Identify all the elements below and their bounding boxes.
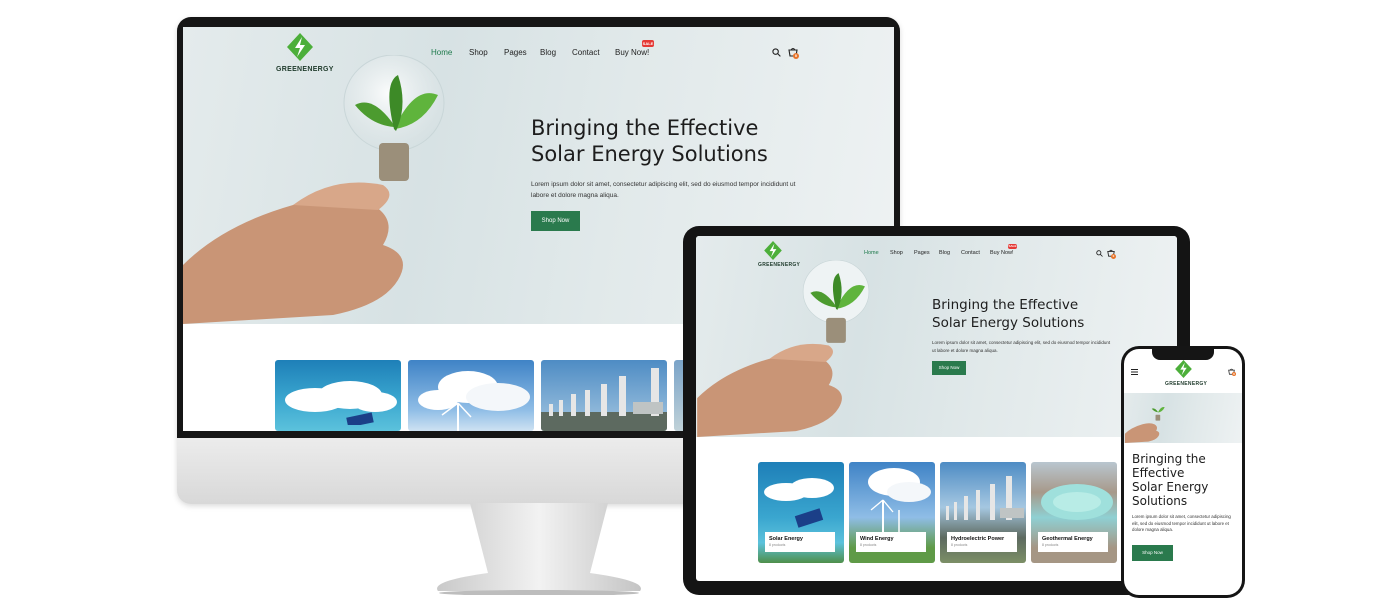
hero-text: Lorem ipsum dolor sit amet, consectetur … [531, 181, 796, 199]
category-card-wind[interactable] [408, 360, 534, 431]
nav-buy-now[interactable]: Buy Now! [990, 250, 1014, 256]
nav-buy-now[interactable]: Buy Now! [615, 48, 649, 57]
phone-hero-image [1124, 393, 1242, 443]
category-card-geothermal[interactable]: Geothermal Energy 8 products [1031, 462, 1117, 563]
brand-name[interactable]: GREENENERGY [1165, 381, 1207, 387]
wind-turbine-image [868, 468, 931, 542]
shop-now-button[interactable]: Shop Now [531, 211, 580, 231]
category-label: Solar Energy 8 products [765, 532, 835, 552]
category-count: 8 products [860, 543, 877, 547]
hand-bulb-image [697, 260, 870, 437]
nav-contact[interactable]: Contact [961, 250, 980, 256]
nav-blog[interactable]: Blog [540, 48, 556, 57]
power-plant-image [541, 368, 667, 431]
power-plant-image [946, 476, 1024, 520]
cart-count-badge: 0 [1232, 372, 1236, 376]
category-card-solar[interactable]: Solar Energy 8 products [758, 462, 844, 563]
cart-count-badge: 0 [1111, 254, 1116, 259]
geothermal-lake-image [1041, 484, 1113, 520]
category-label: Hydroelectric Power 8 products [947, 532, 1017, 552]
hero-text: Lorem ipsum dolor sit amet, consectetur … [1132, 514, 1231, 532]
nav-shop[interactable]: Shop [469, 48, 488, 57]
hand-bulb-image [183, 55, 445, 324]
category-card-hydro[interactable]: Hydroelectric Power 8 products [940, 462, 1026, 563]
wind-turbine-image [418, 371, 530, 431]
cloud-solar-image [764, 478, 834, 528]
shop-now-button[interactable]: Shop Now [932, 361, 966, 375]
category-title: Wind Energy [860, 536, 894, 542]
category-count: 8 products [769, 543, 786, 547]
category-label: Wind Energy 8 products [856, 532, 926, 552]
category-card-wind[interactable]: Wind Energy 8 products [849, 462, 935, 563]
category-title: Solar Energy [769, 536, 803, 542]
nav-pages[interactable]: Pages [504, 48, 527, 57]
lightning-logo-icon [764, 241, 782, 260]
hero-title: Bringing the Effective Solar Energy Solu… [531, 116, 768, 166]
hero-title: Bringing the Effective Solar Energy Solu… [932, 297, 1085, 331]
nav-home[interactable]: Home [864, 250, 879, 256]
cart-count-badge: 0 [793, 53, 799, 59]
nav-contact[interactable]: Contact [572, 48, 600, 57]
search-icon[interactable] [772, 48, 781, 57]
category-title: Geothermal Energy [1042, 536, 1093, 542]
hero-title: Bringing the Effective Solar Energy Solu… [1132, 452, 1209, 508]
shop-now-button[interactable]: Shop Now [1132, 545, 1173, 561]
nav-pages[interactable]: Pages [914, 250, 930, 256]
phone-notch [1152, 349, 1214, 360]
nav-blog[interactable]: Blog [939, 250, 950, 256]
monitor-stand [437, 503, 641, 595]
search-icon[interactable] [1096, 250, 1103, 257]
tablet-screen: GREENENERGY Home Shop Pages Blog Contact… [696, 236, 1177, 581]
category-card-hydro[interactable] [541, 360, 667, 431]
brand-name[interactable]: GREENENERGY [758, 262, 800, 268]
lightning-logo-icon [1175, 360, 1192, 378]
category-title: Hydroelectric Power [951, 536, 1005, 542]
hand-bulb-image [1124, 406, 1165, 443]
sale-badge: SALE [642, 40, 654, 47]
hero-text: Lorem ipsum dolor sit amet, consectetur … [932, 340, 1111, 353]
phone-screen: GREENENERGY 0 Bringing the Effective Sol… [1124, 349, 1242, 595]
cloud-solar-image [285, 381, 397, 425]
nav-shop[interactable]: Shop [890, 250, 903, 256]
nav-home[interactable]: Home [431, 48, 452, 57]
sale-badge: SALE [1008, 244, 1017, 249]
tablet-hero: GREENENERGY Home Shop Pages Blog Contact… [696, 236, 1177, 437]
category-count: 8 products [1042, 543, 1059, 547]
brand-name[interactable]: GREENENERGY [276, 66, 334, 73]
lightning-logo-icon [287, 33, 313, 61]
hamburger-menu-icon[interactable] [1131, 369, 1138, 375]
category-card-solar[interactable] [275, 360, 401, 431]
category-count: 8 products [951, 543, 968, 547]
category-label: Geothermal Energy 8 products [1038, 532, 1108, 552]
